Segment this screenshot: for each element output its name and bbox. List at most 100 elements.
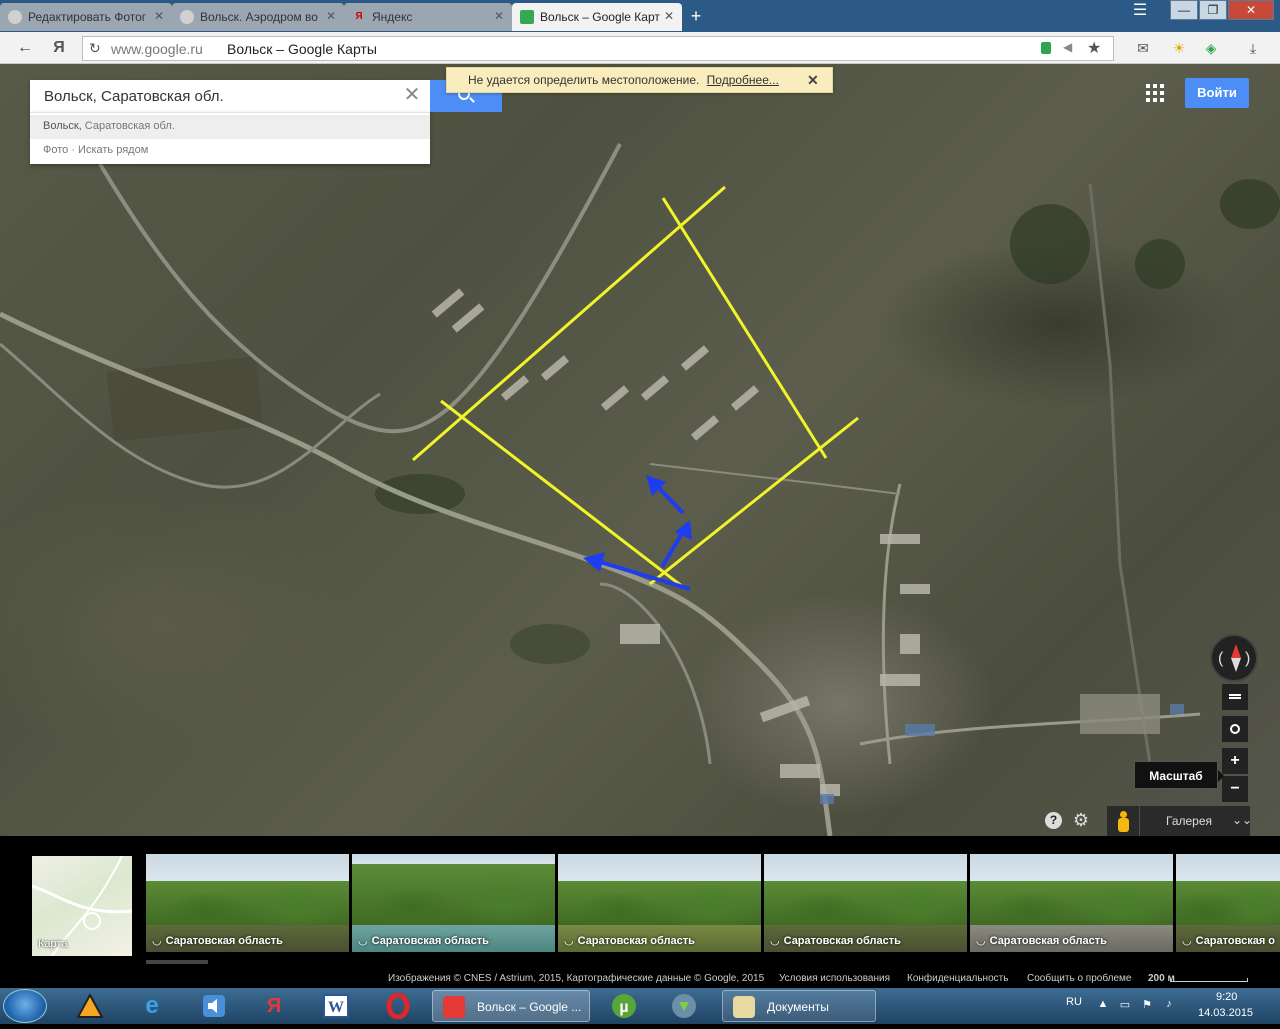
task-label: Документы xyxy=(767,1000,829,1014)
clock-time[interactable]: 9:20 xyxy=(1216,991,1237,1003)
map-view-thumbnail[interactable]: Карта xyxy=(32,856,132,956)
photo-thumbnail[interactable]: Саратовская область xyxy=(558,854,761,952)
weather-icon[interactable]: ☀ xyxy=(1168,38,1190,58)
suggestion-main: Фото · Искать рядом xyxy=(43,144,149,156)
shield-icon[interactable]: ◈ xyxy=(1200,38,1222,58)
photo-thumbnail[interactable]: Саратовская область xyxy=(970,854,1173,952)
share-icon[interactable]: ◀ xyxy=(1063,40,1072,54)
photo-thumbnail[interactable]: Саратовская область xyxy=(352,854,555,952)
location-icon xyxy=(1230,724,1240,734)
aimp-icon[interactable] xyxy=(66,991,114,1021)
minimize-button[interactable]: — xyxy=(1170,0,1198,20)
address-host: www.google.ru xyxy=(111,41,203,57)
compass-control[interactable]: ( ) xyxy=(1210,634,1258,682)
report-problem-link[interactable]: Сообщить о проблеме xyxy=(1027,973,1131,984)
help-icon[interactable]: ? xyxy=(1045,812,1062,829)
pegman-head xyxy=(1120,811,1127,818)
rotate-left-icon[interactable]: ( xyxy=(1218,650,1223,668)
taskbar-task-documents[interactable]: Документы xyxy=(722,990,876,1022)
close-notice-icon[interactable]: ✕ xyxy=(807,72,819,89)
flag-icon[interactable]: ⚑ xyxy=(1140,998,1154,1012)
taskbar-task-browser[interactable]: Вольск – Google ... xyxy=(432,990,590,1022)
volume-icon[interactable]: ♪ xyxy=(1162,998,1176,1012)
clear-search-icon[interactable]: ✕ xyxy=(400,84,424,108)
settings-gear-icon[interactable]: ⚙ xyxy=(1071,810,1091,830)
lock-icon[interactable] xyxy=(1041,42,1051,54)
tray-arrow-icon[interactable]: ▲ xyxy=(1096,998,1110,1012)
scale-tooltip: Масштаб xyxy=(1134,761,1224,789)
close-tab-icon[interactable]: ✕ xyxy=(664,9,674,23)
pegman-icon[interactable] xyxy=(1107,806,1139,836)
suggestion-main: Вольск, xyxy=(43,120,82,132)
signin-button[interactable]: Войти xyxy=(1185,78,1249,108)
overlay-lines xyxy=(412,185,859,589)
tab-title: Яндекс xyxy=(372,10,413,24)
photo-thumbnail[interactable]: Саратовская область xyxy=(764,854,967,952)
download-icon[interactable]: ⤓ xyxy=(1242,38,1264,58)
photo-caption: Саратовская область xyxy=(564,934,695,947)
new-tab-button[interactable]: + xyxy=(686,6,706,27)
tilt-button[interactable] xyxy=(1222,684,1248,710)
privacy-link[interactable]: Конфиденциальность xyxy=(907,973,1008,984)
gallery-label: Галерея xyxy=(1166,814,1213,828)
ie-icon[interactable]: e xyxy=(128,991,176,1021)
yandex-browser-icon[interactable]: Я xyxy=(250,991,298,1021)
download-manager-icon[interactable] xyxy=(660,991,708,1021)
notice-more-link[interactable]: Подробнее... xyxy=(707,73,779,87)
bookmark-star-icon[interactable]: ★ xyxy=(1087,38,1101,58)
zoom-in-button[interactable]: + xyxy=(1222,748,1248,774)
tab-edit-photo[interactable]: Редактировать Фотог ✕ xyxy=(0,3,172,31)
clock-date[interactable]: 14.03.2015 xyxy=(1198,1007,1253,1019)
chevron-down-icon: ⌄⌄ xyxy=(1232,813,1253,827)
address-title: Вольск – Google Карты xyxy=(227,41,377,57)
apps-grid-icon[interactable] xyxy=(1146,84,1164,102)
close-tab-icon[interactable]: ✕ xyxy=(326,9,336,23)
photo-thumbnail[interactable]: Саратовская область xyxy=(146,854,349,952)
rotate-right-icon[interactable]: ) xyxy=(1245,650,1250,668)
gallery-toggle-button[interactable]: Галерея ⌄⌄ xyxy=(1140,806,1253,836)
search-input[interactable] xyxy=(30,80,400,112)
satellite-map[interactable]: ✕ Вольск, Саратовская обл. Фото · Искать… xyxy=(0,64,1280,836)
compass-north-icon xyxy=(1231,644,1241,658)
terms-link[interactable]: Условия использования xyxy=(779,973,890,984)
tab-google-maps[interactable]: Вольск – Google Карт ✕ xyxy=(512,3,682,31)
language-indicator[interactable]: RU xyxy=(1066,996,1082,1008)
maximize-button[interactable]: ❐ xyxy=(1199,0,1227,20)
close-tab-icon[interactable]: ✕ xyxy=(154,9,164,23)
photo-caption: Саратовская область xyxy=(152,934,283,947)
photo-caption: Саратовская область xyxy=(770,934,901,947)
tilt-icon xyxy=(1229,694,1241,699)
suggestion-item[interactable]: Фото · Искать рядом xyxy=(30,139,430,163)
photo-thumbnail[interactable]: Саратовская о xyxy=(1176,854,1280,952)
start-button[interactable] xyxy=(3,989,47,1023)
tab-yandex[interactable]: Я Яндекс ✕ xyxy=(344,3,512,31)
back-arrow-icon[interactable]: ← xyxy=(14,37,36,59)
address-bar[interactable]: ↻ www.google.ru Вольск – Google Карты ◀ … xyxy=(82,36,1114,61)
tab-volsk-airfield[interactable]: Вольск. Аэродром во ✕ xyxy=(172,3,344,31)
photo-caption: Саратовская область xyxy=(976,934,1107,947)
word-icon[interactable]: W xyxy=(312,991,360,1021)
menu-icon[interactable]: ☰ xyxy=(1126,0,1154,20)
close-tab-icon[interactable]: ✕ xyxy=(494,9,504,23)
reload-icon[interactable]: ↻ xyxy=(89,40,101,57)
tab-title: Вольск. Аэродром во xyxy=(200,10,318,24)
tab-title: Редактировать Фотог xyxy=(28,10,147,24)
photo-strip-scrollbar[interactable] xyxy=(146,960,208,964)
utorrent-icon[interactable]: µ xyxy=(600,991,648,1021)
notice-text: Не удается определить местоположение. xyxy=(468,73,700,87)
svg-text:µ: µ xyxy=(619,999,628,1016)
zoom-out-button[interactable]: − xyxy=(1222,776,1248,802)
yandex-icon: Я xyxy=(355,11,363,22)
opera-icon[interactable] xyxy=(374,991,422,1021)
close-window-button[interactable]: ✕ xyxy=(1228,0,1274,20)
search-box: ✕ xyxy=(30,80,430,112)
network-icon[interactable]: ▭ xyxy=(1118,998,1132,1012)
suggestion-item[interactable]: Вольск, Саратовская обл. xyxy=(30,115,430,139)
scale-bar[interactable] xyxy=(1170,978,1248,982)
my-location-button[interactable] xyxy=(1222,716,1248,742)
audio-icon[interactable] xyxy=(190,991,238,1021)
yandex-home-button[interactable]: Я xyxy=(48,37,70,59)
svg-text:W: W xyxy=(328,999,344,1016)
mail-icon[interactable]: ✉ xyxy=(1132,38,1154,58)
google-maps-icon xyxy=(520,10,534,24)
